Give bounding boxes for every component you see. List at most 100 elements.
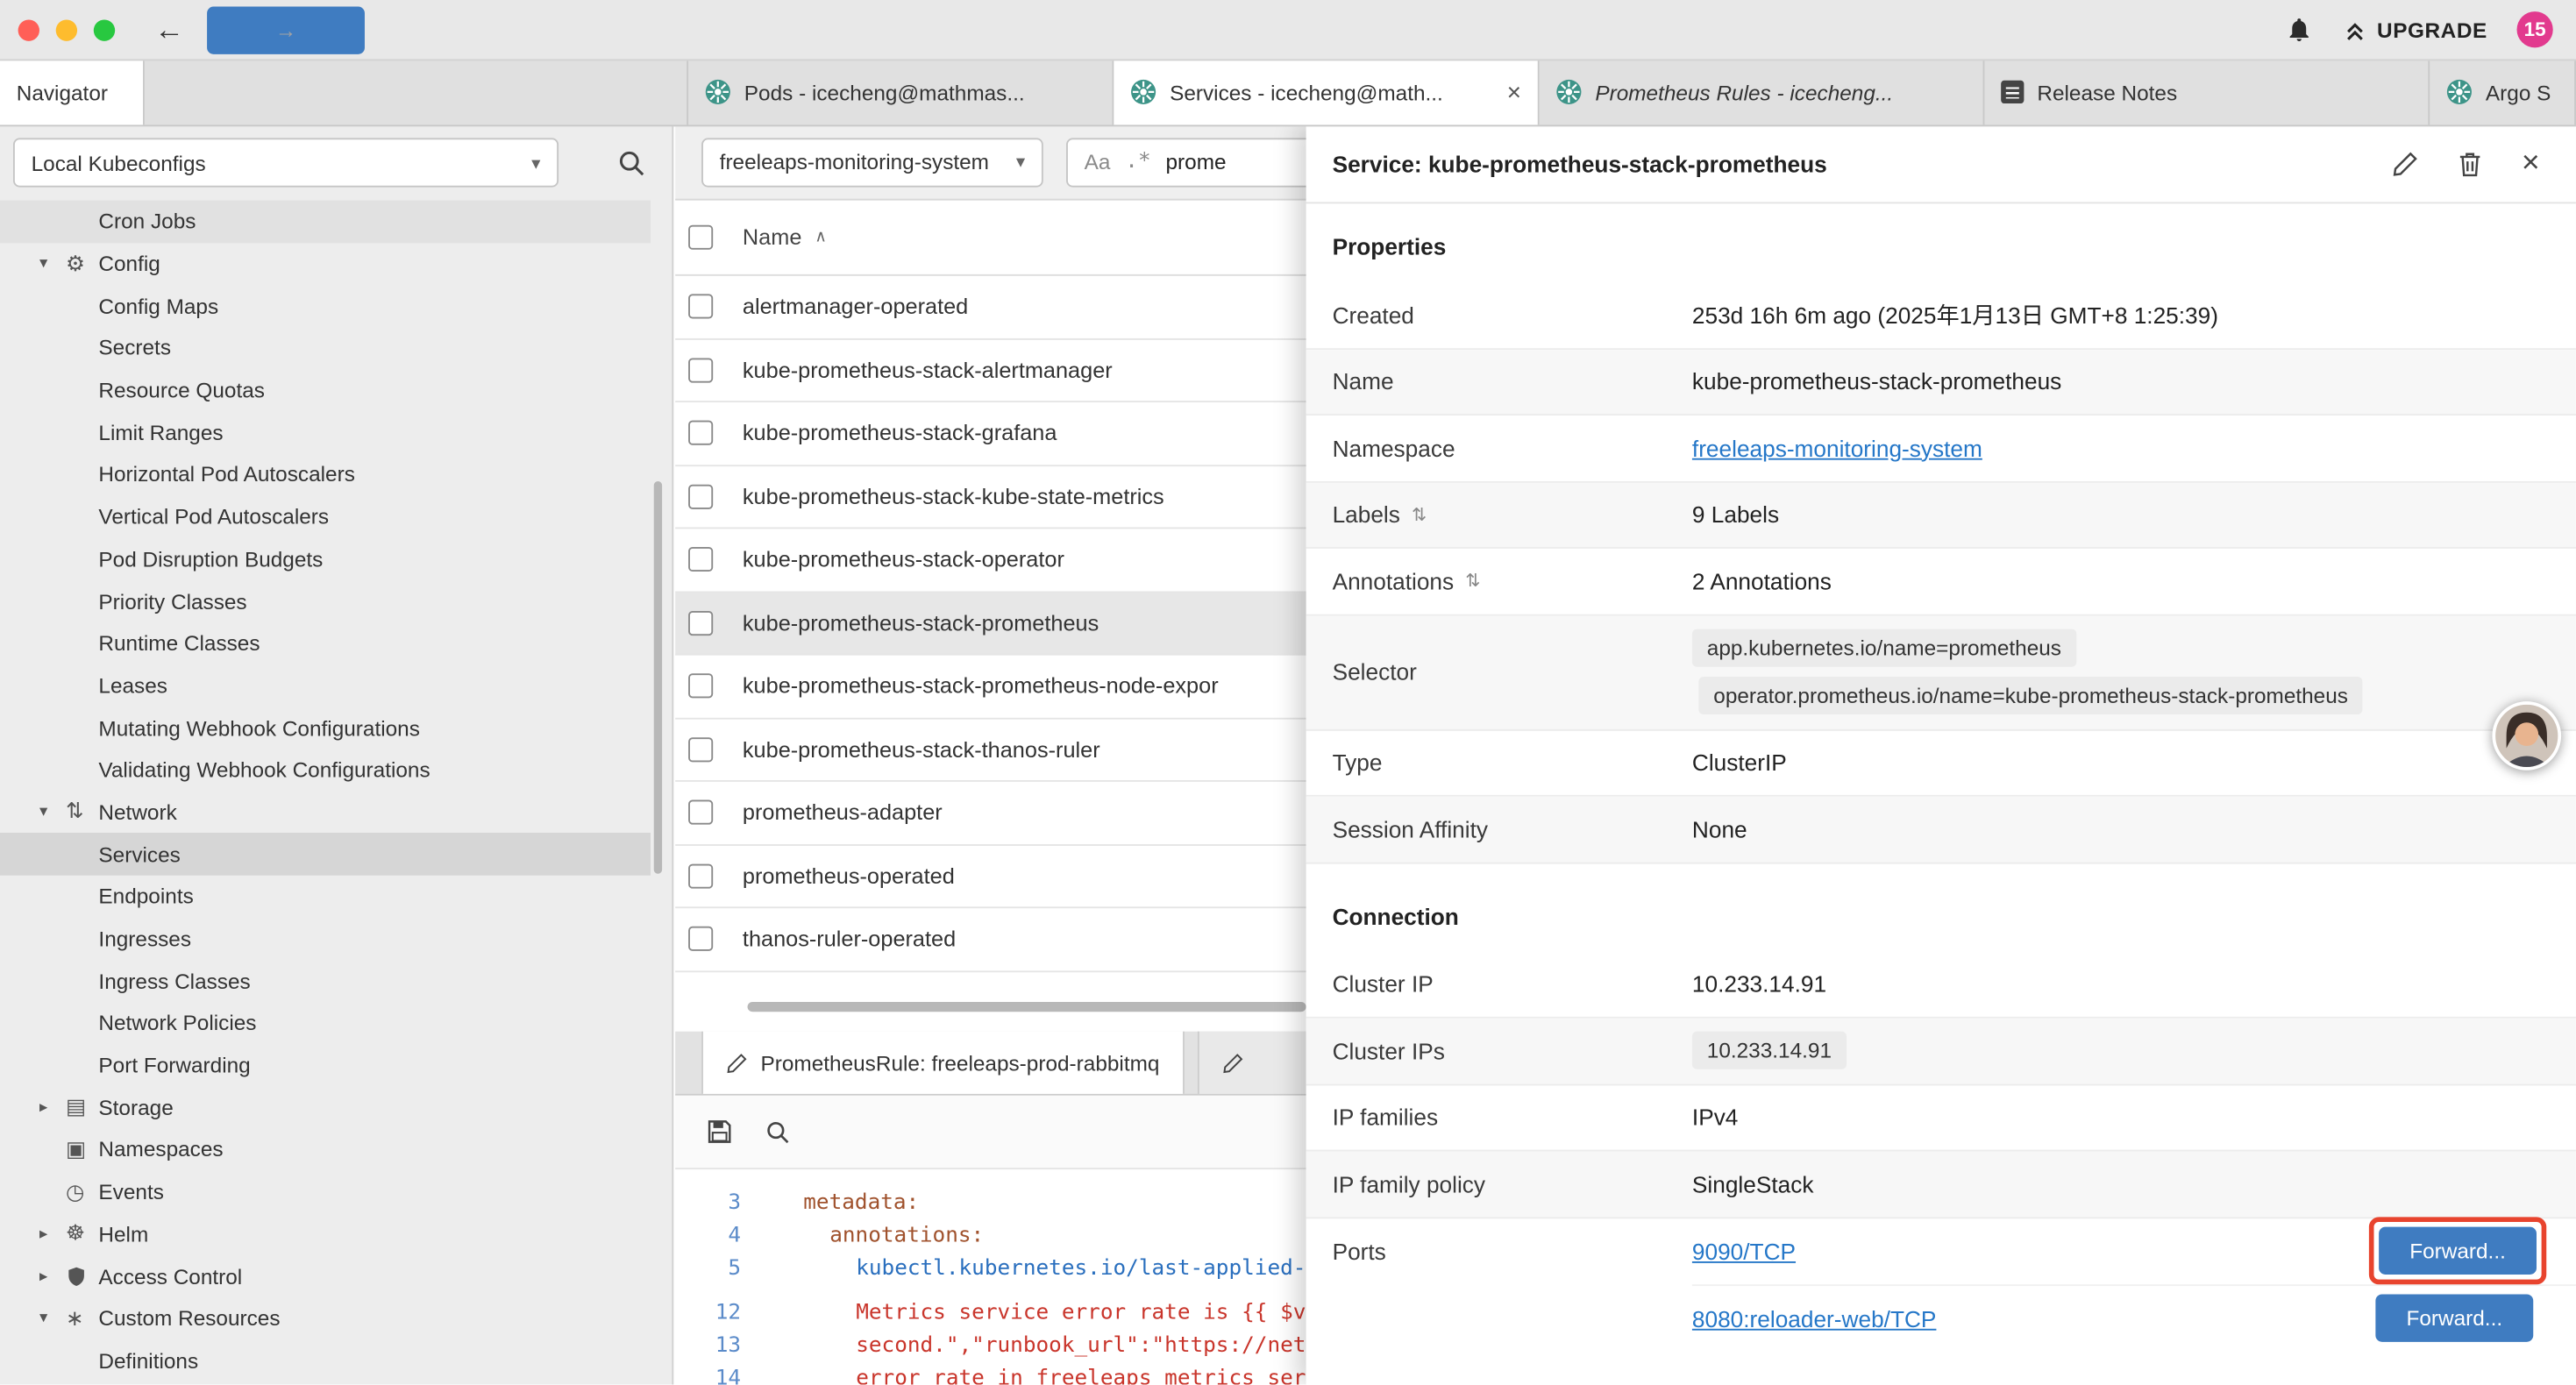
- row-checkbox[interactable]: [688, 611, 713, 636]
- edit-icon[interactable]: [2392, 150, 2418, 176]
- save-icon[interactable]: [707, 1119, 733, 1145]
- close-icon[interactable]: ×: [2522, 148, 2540, 180]
- sidebar-item-custom-resources[interactable]: ▾ ∗ Custom Resources: [0, 1297, 651, 1339]
- tab-prometheus-rules[interactable]: Prometheus Rules - icecheng...: [1540, 59, 1985, 124]
- close-tab-icon[interactable]: ×: [1497, 78, 1521, 106]
- dock-tab-prometheusrule[interactable]: PrometheusRule: freeleaps-prod-rabbitmq: [701, 1032, 1184, 1094]
- sidebar-item-secrets[interactable]: Secrets: [0, 327, 651, 369]
- forward-arrow-icon[interactable]: →: [207, 6, 365, 53]
- sidebar-item-ingresses[interactable]: Ingresses: [0, 918, 651, 960]
- sidebar-item-validating-webhook-configurations[interactable]: Validating Webhook Configurations: [0, 749, 651, 791]
- dock-tab-label: PrometheusRule: freeleaps-prod-rabbitmq: [761, 1050, 1160, 1075]
- back-arrow-icon[interactable]: ←: [154, 15, 184, 45]
- row-checkbox[interactable]: [688, 421, 713, 445]
- detail-row-labels: Labels⇅ 9 Labels: [1306, 482, 2576, 549]
- sidebar-item-label: Resource Quotas: [98, 378, 265, 402]
- horizontal-scrollbar[interactable]: [748, 1002, 1306, 1012]
- chevron-right-icon[interactable]: ▸: [36, 1268, 66, 1286]
- sidebar-item-ingress-classes[interactable]: Ingress Classes: [0, 960, 651, 1002]
- select-all-checkbox[interactable]: [688, 225, 713, 250]
- sidebar-item-events[interactable]: ◷ Events: [0, 1171, 651, 1213]
- sidebar-item-cron-jobs[interactable]: Cron Jobs: [0, 201, 651, 243]
- sidebar-item-config[interactable]: ▾ ⚙ Config: [0, 243, 651, 285]
- user-avatar[interactable]: [2492, 701, 2561, 771]
- sidebar-item-network[interactable]: ▾ ⇅ Network: [0, 791, 651, 833]
- sidebar-item-config-maps[interactable]: Config Maps: [0, 285, 651, 327]
- sidebar-item-label: Config Maps: [98, 294, 218, 318]
- sidebar-item-resource-quotas[interactable]: Resource Quotas: [0, 369, 651, 411]
- row-checkbox[interactable]: [688, 295, 713, 319]
- chevron-down-icon[interactable]: ▾: [36, 1310, 66, 1328]
- tab-services[interactable]: Services - icecheng@math... ×: [1114, 59, 1539, 124]
- sidebar-item-port-forwarding[interactable]: Port Forwarding: [0, 1044, 651, 1086]
- tab-label: Prometheus Rules - icecheng...: [1595, 80, 1893, 104]
- chevron-down-icon: ▾: [1003, 151, 1025, 172]
- match-case-toggle[interactable]: Aa: [1085, 150, 1111, 174]
- upgrade-button[interactable]: UPGRADE: [2343, 18, 2487, 42]
- sidebar-item-vertical-pod-autoscalers[interactable]: Vertical Pod Autoscalers: [0, 496, 651, 538]
- sidebar-scrollbar[interactable]: [654, 481, 662, 874]
- sidebar-item-runtime-classes[interactable]: Runtime Classes: [0, 622, 651, 664]
- tab-label: Pods - icecheng@mathmas...: [744, 80, 1025, 104]
- minimize-window-button[interactable]: [56, 19, 77, 40]
- chevron-down-icon[interactable]: ▾: [36, 254, 66, 273]
- row-checkbox[interactable]: [688, 737, 713, 762]
- kubeconfig-select[interactable]: Local Kubeconfigs ▾: [13, 138, 559, 187]
- navigator-panel-tab[interactable]: Navigator: [0, 59, 145, 124]
- sidebar-item-limit-ranges[interactable]: Limit Ranges: [0, 411, 651, 453]
- search-icon[interactable]: [765, 1119, 790, 1144]
- sidebar-item-mutating-webhook-configurations[interactable]: Mutating Webhook Configurations: [0, 707, 651, 749]
- trash-icon[interactable]: [2458, 150, 2482, 176]
- sidebar-item-namespaces[interactable]: ▣ Namespaces: [0, 1128, 651, 1170]
- expand-collapse-icon[interactable]: ⇅: [1412, 504, 1427, 525]
- forward-button[interactable]: Forward...: [2379, 1227, 2537, 1275]
- sidebar-item-services[interactable]: Services: [0, 834, 651, 876]
- detail-label: Type: [1333, 749, 1383, 776]
- tab-pods[interactable]: Pods - icecheng@mathmas...: [688, 59, 1114, 124]
- sidebar-item-horizontal-pod-autoscalers[interactable]: Horizontal Pod Autoscalers: [0, 453, 651, 495]
- kubeconfig-select-value: Local Kubeconfigs: [32, 150, 206, 174]
- detail-label: Ports: [1333, 1218, 1386, 1283]
- regex-toggle[interactable]: .*: [1125, 150, 1150, 174]
- detail-value: 2 Annotations: [1692, 568, 1832, 594]
- row-checkbox[interactable]: [688, 547, 713, 572]
- search-icon[interactable]: [618, 149, 646, 177]
- sidebar-item-priority-classes[interactable]: Priority Classes: [0, 580, 651, 622]
- tab-argo[interactable]: Argo S: [2430, 59, 2576, 124]
- row-checkbox[interactable]: [688, 484, 713, 508]
- expand-collapse-icon[interactable]: ⇅: [1465, 571, 1480, 592]
- drawer-title: Service: kube-prometheus-stack-prometheu…: [1333, 150, 2392, 176]
- sidebar-item-storage[interactable]: ▸ ▤ Storage: [0, 1086, 651, 1128]
- row-checkbox[interactable]: [688, 863, 713, 888]
- name-column-header[interactable]: Name: [743, 225, 801, 250]
- sidebar-item-leases[interactable]: Leases: [0, 664, 651, 707]
- sidebar-item-definitions[interactable]: Definitions: [0, 1339, 651, 1381]
- namespace-select-value: freeleaps-monitoring-system: [720, 150, 989, 174]
- maximize-window-button[interactable]: [94, 19, 115, 40]
- row-checkbox[interactable]: [688, 358, 713, 382]
- sort-ascending-icon[interactable]: ∧: [815, 228, 827, 246]
- row-checkbox[interactable]: [688, 800, 713, 825]
- tab-release-notes[interactable]: Release Notes: [1984, 59, 2430, 124]
- sidebar-item-pod-disruption-budgets[interactable]: Pod Disruption Budgets: [0, 538, 651, 580]
- sidebar-item-endpoints[interactable]: Endpoints: [0, 876, 651, 918]
- sidebar-item-access-control[interactable]: ▸ Access Control: [0, 1255, 651, 1297]
- chevron-right-icon[interactable]: ▸: [36, 1225, 66, 1243]
- port-link[interactable]: 8080:reloader-web/TCP: [1692, 1305, 1937, 1332]
- window-controls: [0, 19, 115, 40]
- notifications-bell-icon[interactable]: [2285, 15, 2313, 45]
- chevron-right-icon[interactable]: ▸: [36, 1098, 66, 1117]
- sidebar-item-network-policies[interactable]: Network Policies: [0, 1002, 651, 1044]
- notification-count-badge[interactable]: 15: [2517, 11, 2553, 47]
- chevron-down-icon[interactable]: ▾: [36, 803, 66, 821]
- sidebar-item-helm[interactable]: ▸ ☸ Helm: [0, 1213, 651, 1255]
- namespace-select[interactable]: freeleaps-monitoring-system ▾: [701, 137, 1043, 186]
- namespace-link[interactable]: freeleaps-monitoring-system: [1692, 435, 1982, 461]
- close-window-button[interactable]: [18, 19, 39, 40]
- sidebar-item-label: Cron Jobs: [98, 210, 196, 234]
- row-checkbox[interactable]: [688, 927, 713, 951]
- forward-button[interactable]: Forward...: [2375, 1294, 2533, 1341]
- row-checkbox[interactable]: [688, 674, 713, 699]
- port-link[interactable]: 9090/TCP: [1692, 1238, 1796, 1264]
- application-window: ← → UPGRADE 15 Navigator Pods - icecheng: [0, 0, 2576, 1385]
